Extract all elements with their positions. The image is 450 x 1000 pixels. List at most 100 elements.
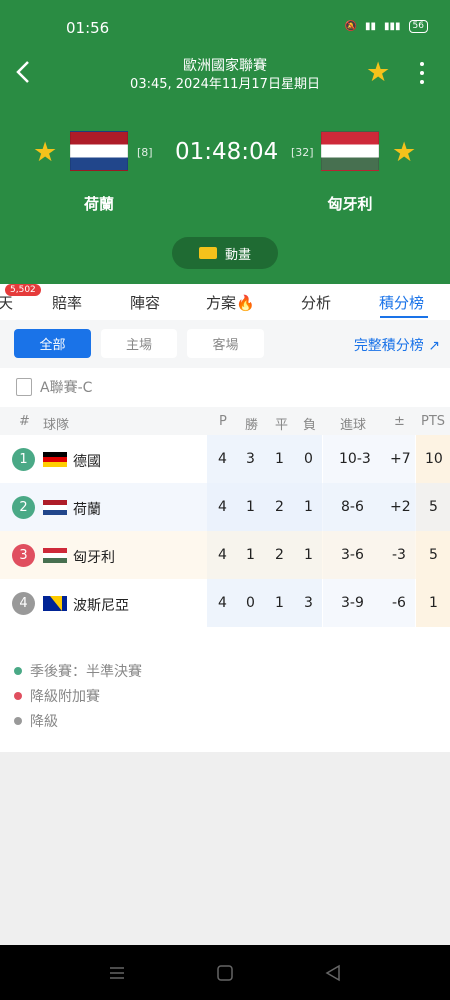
germany-flag-icon xyxy=(43,452,67,467)
tab-lineup[interactable]: 陣容 xyxy=(130,292,160,313)
legend-label: 季後賽：半準決賽 xyxy=(30,663,142,680)
header-team: 球隊 xyxy=(43,418,70,433)
table-row[interactable]: 3 匈牙利 4 1 2 1 3-6 -3 5 xyxy=(0,531,450,579)
away-favorite-star-icon[interactable]: ★ xyxy=(392,139,416,166)
more-menu-icon[interactable] xyxy=(414,60,430,86)
points: 5 xyxy=(429,547,438,563)
status-time: 01:56 xyxy=(66,19,110,37)
position-badge: 2 xyxy=(12,496,35,519)
played: 4 xyxy=(218,595,227,611)
header-pts: PTS xyxy=(421,414,446,429)
losses: 1 xyxy=(304,499,313,515)
tab-analysis[interactable]: 分析 xyxy=(301,292,331,313)
home-favorite-star-icon[interactable]: ★ xyxy=(33,139,57,166)
tab-standings[interactable]: 積分榜 xyxy=(379,292,424,313)
filter-all-button[interactable]: 全部 xyxy=(14,329,91,358)
legend-item: 降級附加賽 xyxy=(14,683,142,708)
goals: 3-9 xyxy=(341,595,364,611)
network-icon: ▮▮▮ xyxy=(384,21,401,32)
status-bar: 01:56 🔕 ▮▮ ▮▮▮ 56 xyxy=(0,0,450,52)
tab-plans[interactable]: 方案🔥 xyxy=(206,292,255,313)
position-badge: 1 xyxy=(12,448,35,471)
table-row[interactable]: 1 德國 4 3 1 0 10-3 +7 10 xyxy=(0,435,450,483)
played: 4 xyxy=(218,499,227,515)
table-row[interactable]: 2 荷蘭 4 1 2 1 8-6 +2 5 xyxy=(0,483,450,531)
losses: 0 xyxy=(304,451,313,467)
home-team-name[interactable]: 荷蘭 xyxy=(49,193,149,214)
losses: 1 xyxy=(304,547,313,563)
legend-item: 降級 xyxy=(14,708,142,733)
goals: 8-6 xyxy=(341,499,364,515)
wins: 1 xyxy=(246,499,255,515)
mute-icon: 🔕 xyxy=(344,21,358,32)
wins: 1 xyxy=(246,547,255,563)
draws: 1 xyxy=(275,595,284,611)
favorite-star-icon[interactable]: ★ xyxy=(366,59,390,86)
points: 5 xyxy=(429,499,438,515)
team-name: 匈牙利 xyxy=(73,550,115,566)
battery-icon: 56 xyxy=(408,20,428,33)
away-flag xyxy=(321,131,379,171)
points: 10 xyxy=(425,451,443,467)
filter-bar: 全部 主場 客場 完整積分榜 ↗ xyxy=(0,320,450,368)
competition-row: A聯賽-C xyxy=(16,377,92,397)
header-losses: 負 xyxy=(303,418,317,433)
hungary-flag-icon xyxy=(43,548,67,563)
system-nav-bar xyxy=(0,945,450,1000)
played: 4 xyxy=(218,451,227,467)
goal-diff: +7 xyxy=(390,451,411,467)
filter-home-button[interactable]: 主場 xyxy=(101,329,177,358)
trophy-icon xyxy=(16,378,32,396)
tab-bar: 天 賠率 陣容 方案🔥 分析 積分榜 xyxy=(0,284,450,320)
goal-diff: -6 xyxy=(392,595,406,611)
back-triangle-icon[interactable] xyxy=(324,964,342,982)
position-badge: 4 xyxy=(12,592,35,615)
match-score: 01:48:04 xyxy=(175,139,279,165)
tab-odds[interactable]: 賠率 xyxy=(52,292,82,313)
goal-diff: -3 xyxy=(392,547,406,563)
header-diff: ± xyxy=(394,414,405,429)
legend-label: 降級 xyxy=(30,713,58,730)
animation-button[interactable]: 動畫 xyxy=(172,237,278,269)
home-square-icon[interactable] xyxy=(216,964,234,982)
goal-diff: +2 xyxy=(390,499,411,515)
header-played: P xyxy=(219,414,227,429)
legend-dot-icon xyxy=(14,666,22,675)
draws: 2 xyxy=(275,547,284,563)
competition-name: A聯賽-C xyxy=(40,380,93,396)
draws: 2 xyxy=(275,499,284,515)
status-icons: 🔕 ▮▮ ▮▮▮ 56 xyxy=(345,20,428,33)
wins: 0 xyxy=(246,595,255,611)
goals: 3-6 xyxy=(341,547,364,563)
losses: 3 xyxy=(304,595,313,611)
team-name: 德國 xyxy=(73,454,101,470)
full-table-link[interactable]: 完整積分榜 ↗ xyxy=(354,335,440,355)
position-badge: 3 xyxy=(12,544,35,567)
table-header: # 球隊 P 勝 平 負 進球 ± PTS xyxy=(0,407,450,435)
points: 1 xyxy=(429,595,438,611)
signal-icon: ▮▮ xyxy=(365,21,377,32)
active-tab-indicator xyxy=(380,316,428,318)
header-wins: 勝 xyxy=(245,418,259,433)
legend-item: 季後賽：半準決賽 xyxy=(14,658,142,683)
away-rank: [32] xyxy=(291,146,314,159)
played: 4 xyxy=(218,547,227,563)
table-row[interactable]: 4 波斯尼亞 4 0 1 3 3-9 -6 1 xyxy=(0,579,450,627)
legend-dot-icon xyxy=(14,716,22,725)
match-header: 01:56 🔕 ▮▮ ▮▮▮ 56 歐洲國家聯賽 03:45, 2024年11月… xyxy=(0,0,450,284)
header-draws: 平 xyxy=(275,418,289,433)
filter-away-button[interactable]: 客場 xyxy=(187,329,264,358)
wins: 3 xyxy=(246,451,255,467)
header-goals: 進球 xyxy=(340,418,367,433)
chat-count-badge: 5,502 xyxy=(5,284,41,296)
team-name: 波斯尼亞 xyxy=(73,598,129,614)
legend-dot-icon xyxy=(14,691,22,700)
legend-label: 降級附加賽 xyxy=(30,688,100,705)
draws: 1 xyxy=(275,451,284,467)
netherlands-flag-icon xyxy=(43,500,67,515)
recents-menu-icon[interactable] xyxy=(108,965,126,981)
animation-label: 動畫 xyxy=(224,247,251,263)
home-rank: [8] xyxy=(137,146,153,159)
bosnia-flag-icon xyxy=(43,596,67,611)
away-team-name[interactable]: 匈牙利 xyxy=(300,193,400,214)
